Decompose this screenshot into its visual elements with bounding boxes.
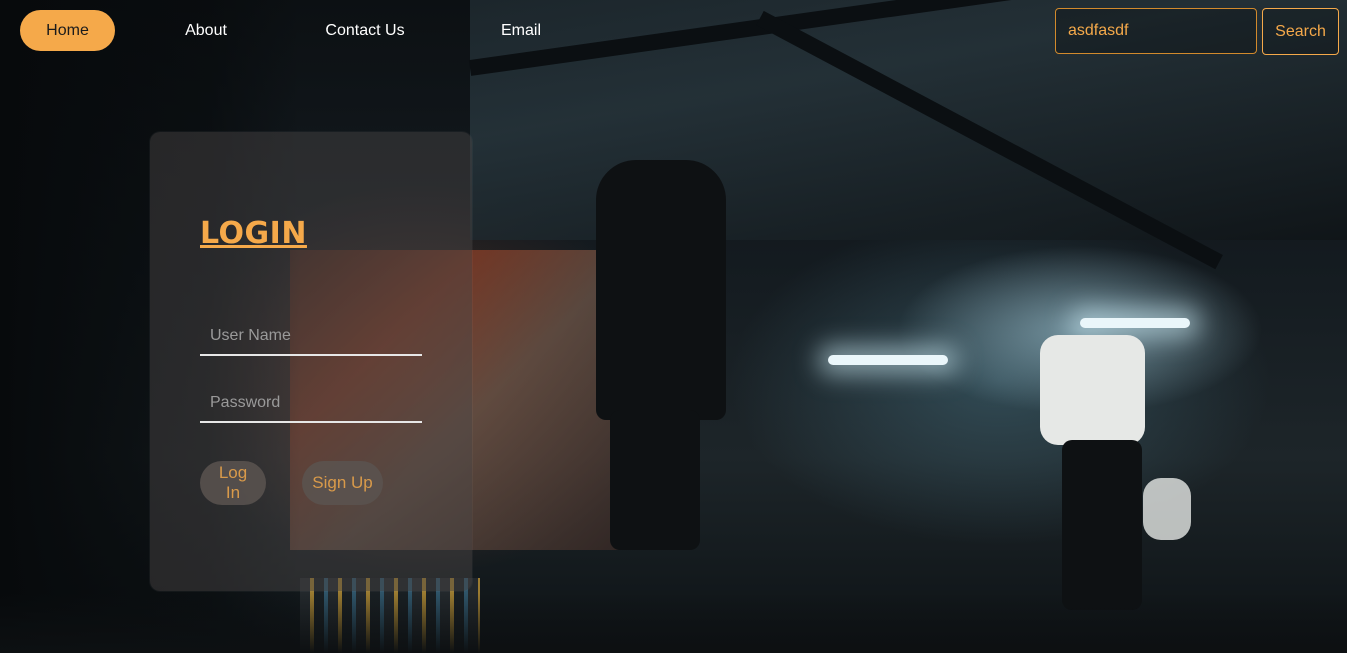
nav-home-link[interactable]: Home xyxy=(20,10,115,51)
login-button[interactable]: Log In xyxy=(200,461,266,505)
login-card: LOGIN Log In Sign Up xyxy=(150,132,472,591)
search-input[interactable] xyxy=(1055,8,1257,54)
username-field[interactable] xyxy=(200,318,422,356)
background-floor xyxy=(0,593,1347,653)
background-light xyxy=(828,355,948,365)
login-title: LOGIN xyxy=(200,216,307,251)
password-field[interactable] xyxy=(200,385,422,423)
signup-button[interactable]: Sign Up xyxy=(302,461,383,505)
nav-contact-link[interactable]: Contact Us xyxy=(310,10,420,51)
page: Home About Contact Us Email Search LOGIN… xyxy=(0,0,1347,653)
background-person xyxy=(596,160,726,420)
nav-email-link[interactable]: Email xyxy=(490,10,552,51)
background-person xyxy=(1143,478,1191,540)
background-person-legs xyxy=(1062,440,1142,610)
search-button[interactable]: Search xyxy=(1262,8,1339,55)
nav-about-link[interactable]: About xyxy=(170,10,242,51)
background-light xyxy=(1080,318,1190,328)
background-person xyxy=(1040,335,1145,445)
background-person-legs xyxy=(610,410,700,550)
navbar: Home About Contact Us Email Search xyxy=(0,0,1347,62)
